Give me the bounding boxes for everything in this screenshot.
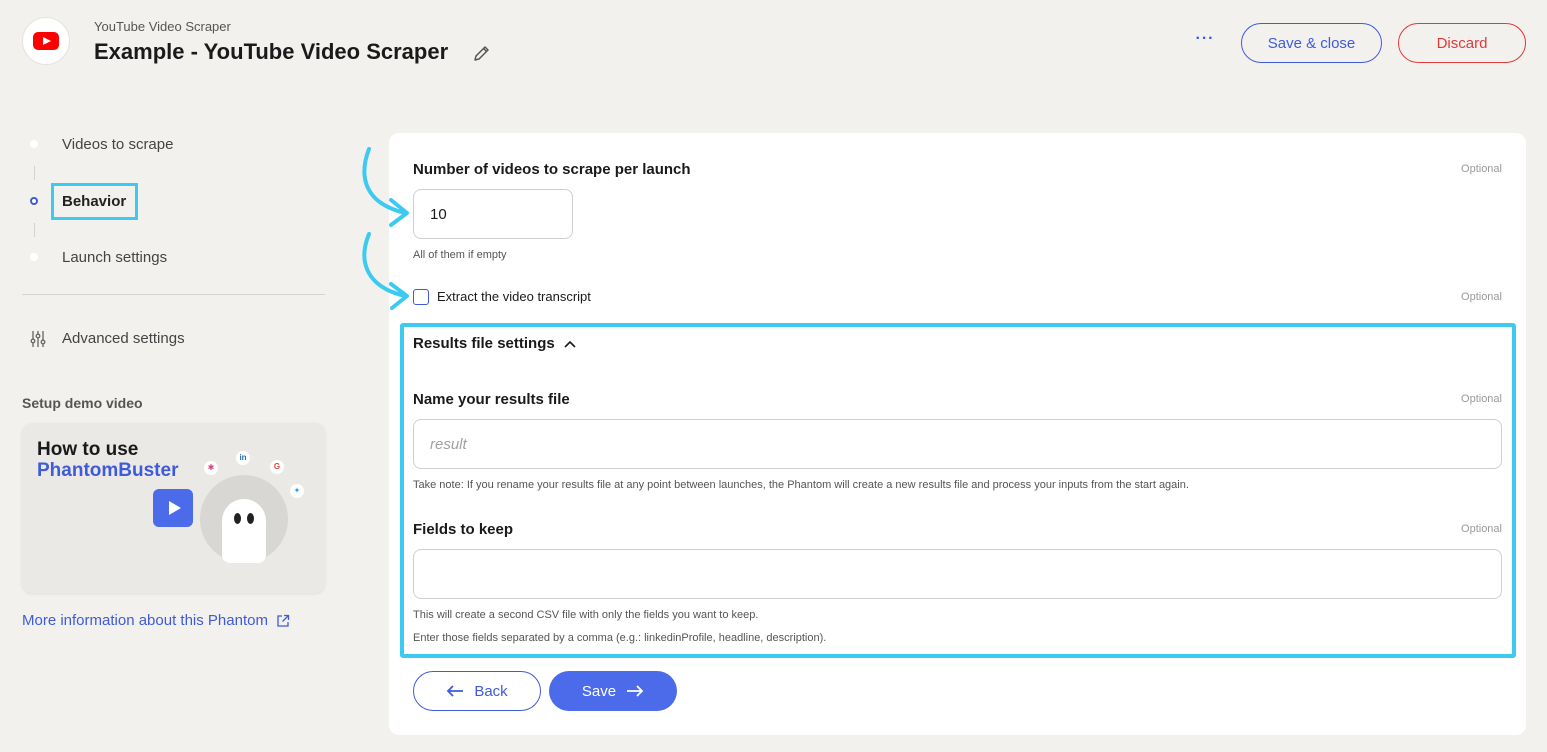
- edit-pencil-icon[interactable]: [472, 43, 492, 63]
- slack-icon: ✱: [204, 461, 218, 475]
- back-button[interactable]: Back: [413, 671, 541, 711]
- sliders-icon: [30, 331, 46, 347]
- demo-card-brand: PhantomBuster: [37, 460, 179, 481]
- optional-tag: Optional: [1461, 163, 1502, 175]
- videos-per-launch-input[interactable]: [413, 189, 573, 239]
- results-file-name-input[interactable]: [413, 419, 1502, 469]
- demo-video-card[interactable]: How to use PhantomBuster ✱ in G ✦: [22, 423, 325, 593]
- app-logo: [22, 17, 70, 65]
- step-dot: [30, 140, 38, 148]
- step-launch-settings[interactable]: Launch settings: [62, 249, 167, 266]
- annotation-arrow: [362, 232, 409, 310]
- step-dot: [30, 253, 38, 261]
- results-file-settings-toggle[interactable]: Results file settings: [413, 335, 577, 352]
- discard-button[interactable]: Discard: [1398, 23, 1526, 63]
- optional-tag: Optional: [1461, 393, 1502, 405]
- fields-to-keep-help-1: This will create a second CSV file with …: [413, 609, 759, 621]
- twitter-icon: ✦: [290, 484, 304, 498]
- fields-to-keep-label: Fields to keep: [413, 521, 514, 538]
- demo-card-title: How to use: [37, 439, 139, 460]
- transcript-label[interactable]: Extract the video transcript: [437, 289, 591, 304]
- videos-per-launch-label: Number of videos to scrape per launch: [413, 161, 691, 178]
- youtube-icon: [33, 32, 59, 50]
- phantom-ghost-icon: [222, 499, 266, 563]
- step-behavior[interactable]: Behavior: [51, 183, 138, 220]
- annotation-arrow: [362, 147, 409, 227]
- step-connector: [34, 166, 35, 180]
- transcript-checkbox[interactable]: [413, 289, 429, 305]
- google-icon: G: [270, 460, 284, 474]
- arrow-left-icon: [447, 685, 464, 697]
- results-file-name-help: Take note: If you rename your results fi…: [413, 479, 1189, 491]
- save-close-button[interactable]: Save & close: [1241, 23, 1382, 63]
- advanced-settings-link[interactable]: Advanced settings: [62, 330, 185, 347]
- results-file-name-label: Name your results file: [413, 391, 570, 408]
- more-info-link[interactable]: More information about this Phantom: [22, 612, 290, 629]
- fields-to-keep-help-2: Enter those fields separated by a comma …: [413, 632, 827, 644]
- sidebar-divider: [22, 294, 325, 295]
- demo-video-heading: Setup demo video: [22, 395, 143, 411]
- external-link-icon: [277, 614, 290, 627]
- step-connector: [34, 223, 35, 237]
- optional-tag: Optional: [1461, 523, 1502, 535]
- step-videos-to-scrape[interactable]: Videos to scrape: [62, 136, 173, 153]
- save-label: Save: [581, 682, 617, 700]
- more-options-button[interactable]: ···: [1193, 30, 1217, 54]
- more-info-label: More information about this Phantom: [22, 612, 268, 629]
- step-dot-active: [30, 197, 38, 205]
- play-icon[interactable]: [153, 489, 193, 527]
- videos-per-launch-help: All of them if empty: [413, 249, 507, 261]
- optional-tag: Optional: [1461, 291, 1502, 303]
- app-name: YouTube Video Scraper: [94, 19, 231, 34]
- page-title: Example - YouTube Video Scraper: [94, 39, 449, 64]
- chevron-up-icon: [564, 340, 576, 348]
- fields-to-keep-input[interactable]: [413, 549, 1502, 599]
- arrow-right-icon: [627, 685, 644, 697]
- back-label: Back: [474, 682, 508, 700]
- results-file-settings-label: Results file settings: [413, 335, 555, 352]
- linkedin-icon: in: [236, 451, 250, 465]
- save-button[interactable]: Save: [549, 671, 677, 711]
